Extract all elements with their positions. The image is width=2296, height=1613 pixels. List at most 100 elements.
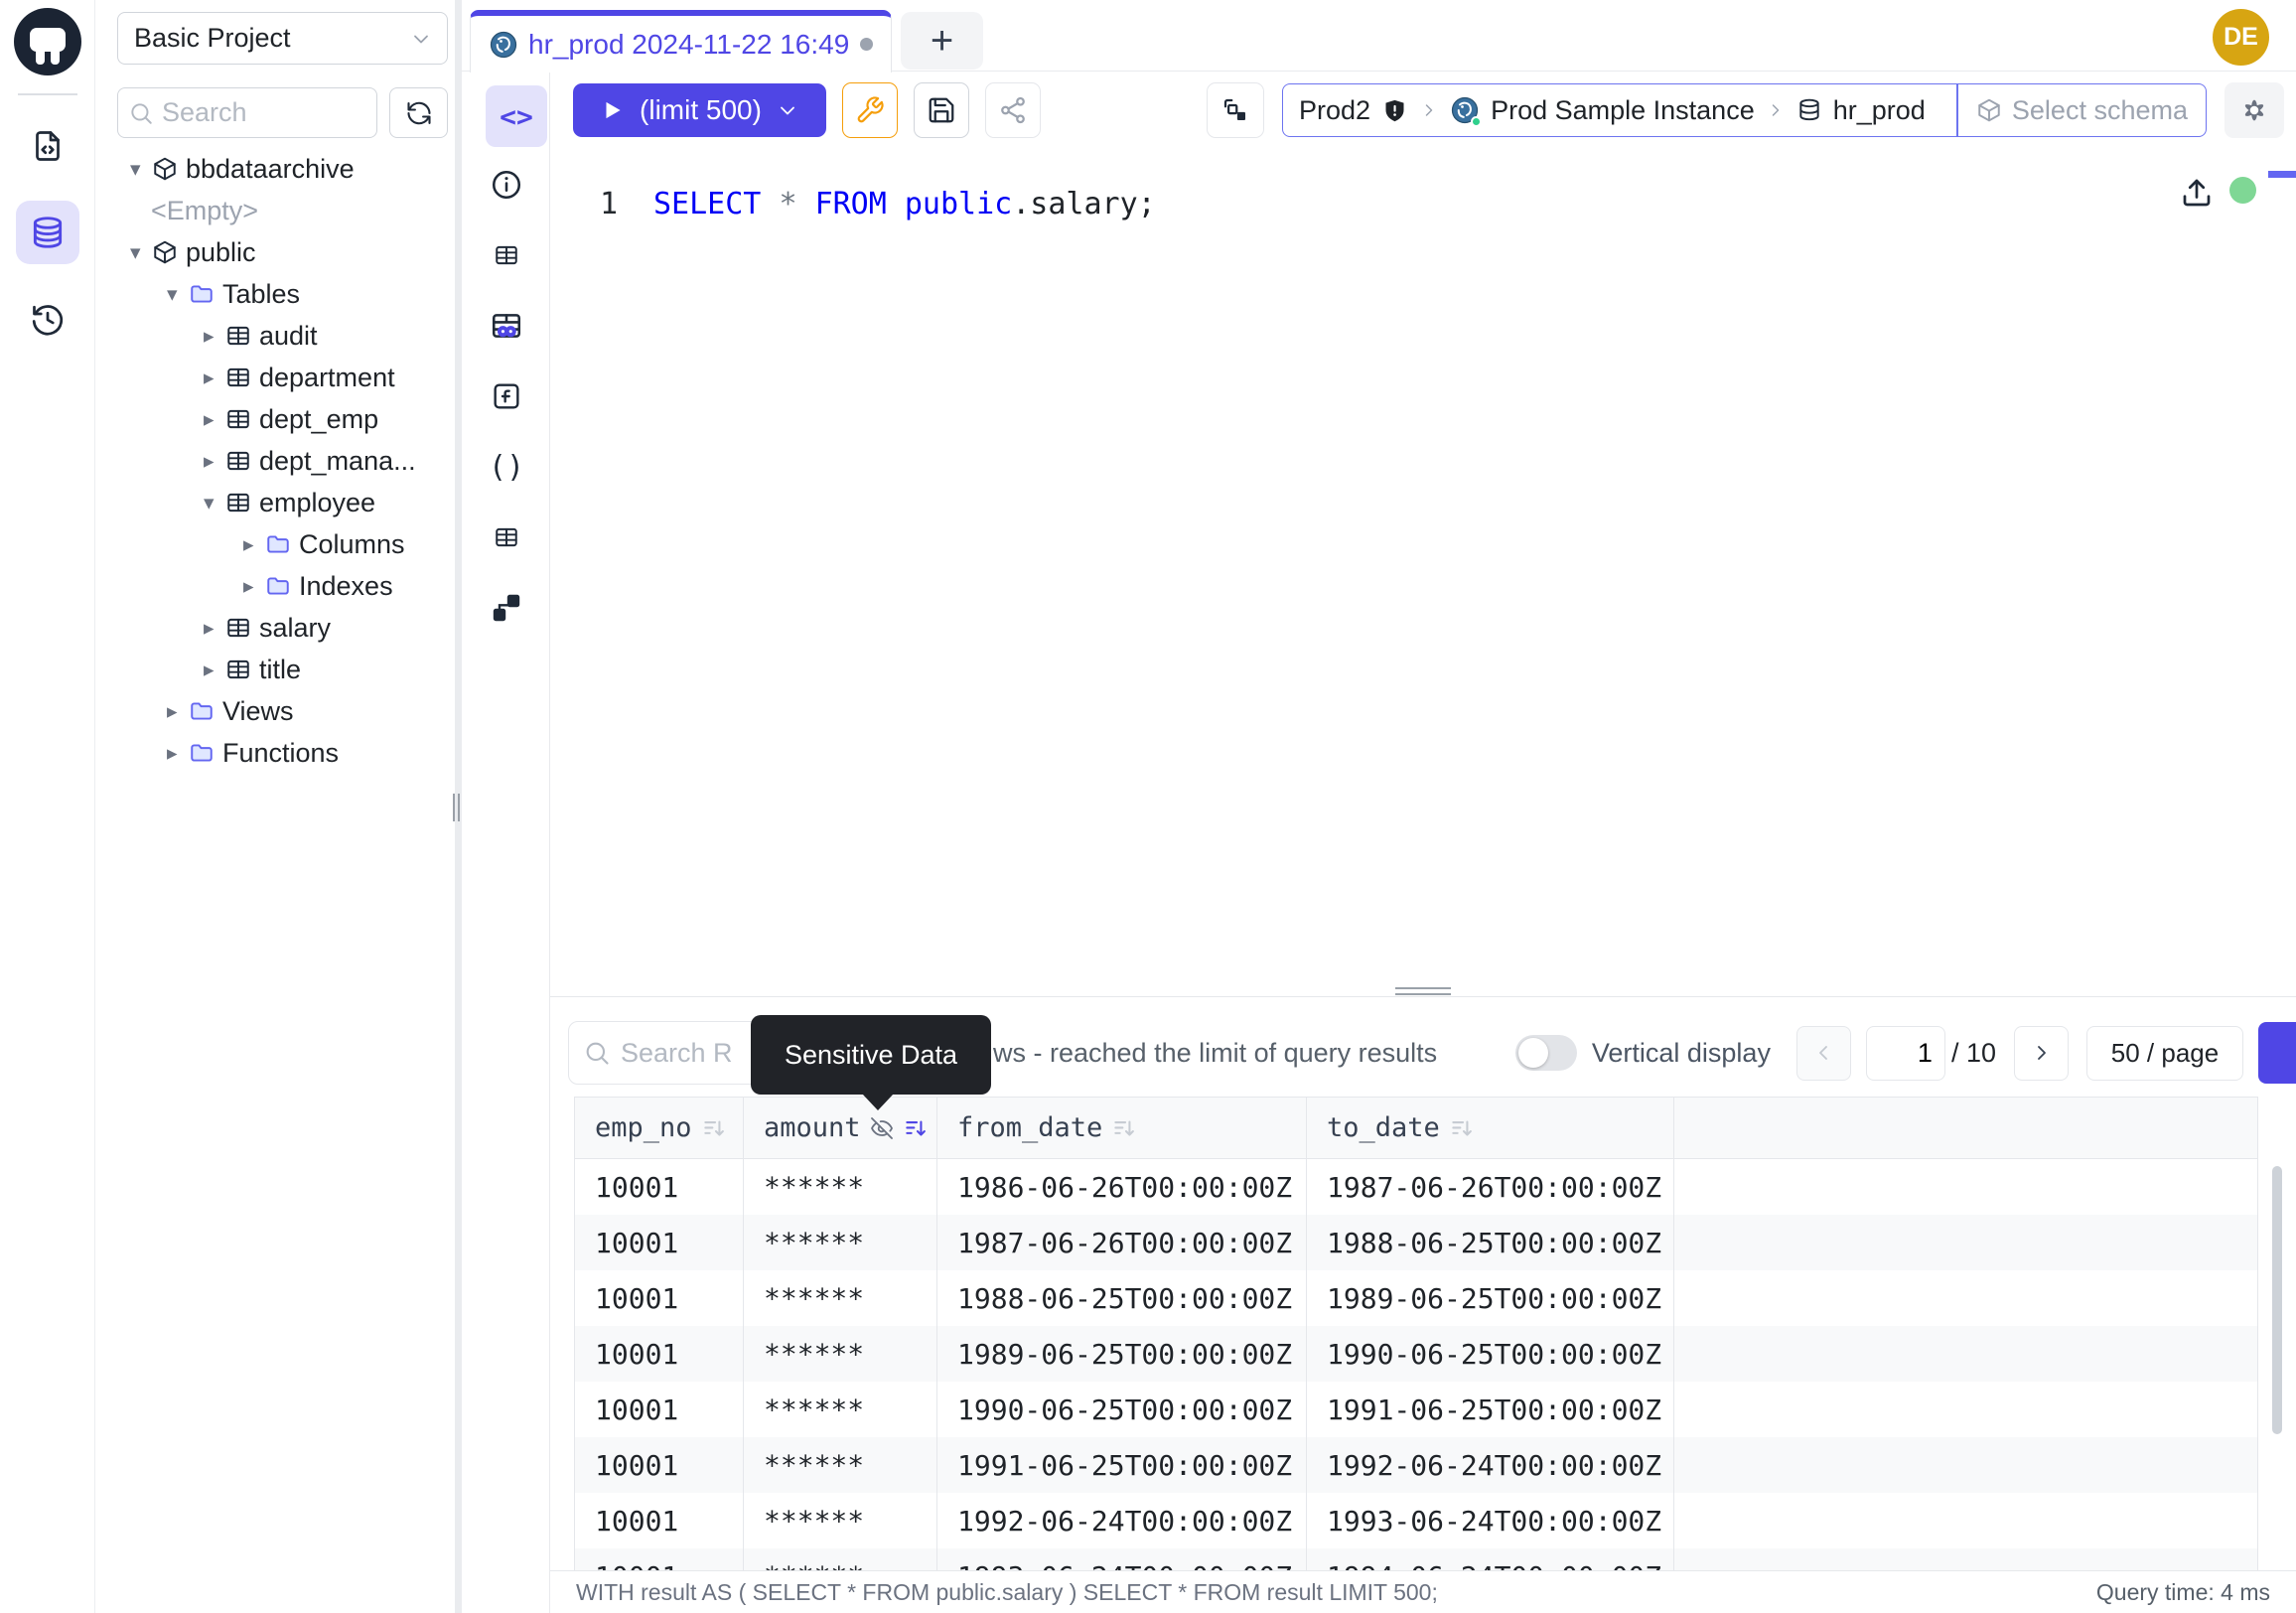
share-button[interactable] [985,82,1041,138]
table-row[interactable]: 10001******1990-06-25T00:00:00Z1991-06-2… [575,1382,2257,1437]
table-cell[interactable]: 10001 [575,1493,744,1548]
caret-down-icon[interactable]: ▾ [204,491,225,515]
sort-icon[interactable] [903,1115,929,1141]
table-cell[interactable] [1674,1493,2257,1548]
table-cell[interactable]: ****** [744,1493,937,1548]
schema-select[interactable]: Select schema [1958,95,2206,126]
parentheses-icon[interactable]: () [489,449,524,485]
table-cell[interactable]: 1987-06-26T00:00:00Z [1307,1159,1674,1215]
table-cell[interactable]: 10001 [575,1159,744,1215]
table-cell[interactable] [1674,1548,2257,1571]
table-cell[interactable]: 1990-06-25T00:00:00Z [937,1382,1307,1437]
table-cell[interactable]: ****** [744,1159,937,1215]
table-cell[interactable]: 10001 [575,1548,744,1571]
table-cell[interactable]: ****** [744,1215,937,1270]
tree-item-functions[interactable]: ▸Functions [95,732,455,774]
table-cell[interactable] [1674,1159,2257,1215]
tree-item-title[interactable]: ▸title [95,649,455,690]
table-cell[interactable] [1674,1270,2257,1326]
table-row[interactable]: 10001******1986-06-26T00:00:00Z1987-06-2… [575,1159,2257,1215]
sidebar-search-input[interactable] [162,97,360,128]
table-cell[interactable]: 1991-06-25T00:00:00Z [1307,1382,1674,1437]
caret-right-icon[interactable]: ▸ [167,741,189,766]
sort-icon[interactable] [1111,1115,1137,1141]
tree-item--empty-[interactable]: <Empty> [95,190,455,231]
table-cell[interactable]: 1987-06-26T00:00:00Z [937,1215,1307,1270]
batch-query-button[interactable] [1207,82,1264,138]
table-cell[interactable] [1674,1326,2257,1382]
table-row[interactable]: 10001******1992-06-24T00:00:00Z1993-06-2… [575,1493,2257,1548]
table-cell[interactable]: 1988-06-25T00:00:00Z [1307,1215,1674,1270]
table-cell[interactable]: 1993-06-24T00:00:00Z [1307,1493,1674,1548]
caret-right-icon[interactable]: ▸ [204,616,225,641]
table-cell[interactable]: 10001 [575,1270,744,1326]
table-row[interactable]: 10001******1991-06-25T00:00:00Z1992-06-2… [575,1437,2257,1493]
next-page-button[interactable] [2014,1026,2069,1081]
table-cell[interactable] [1674,1382,2257,1437]
connection-breadcrumb[interactable]: Prod2 Prod Sample Instance hr_prod Selec [1282,83,2207,137]
table-cell[interactable]: 10001 [575,1326,744,1382]
vertical-display-toggle[interactable] [1515,1035,1577,1071]
sort-icon[interactable] [1449,1115,1475,1141]
table-icon[interactable] [489,237,524,273]
table-cell[interactable]: 10001 [575,1382,744,1437]
code-view-button[interactable]: <> [486,85,547,147]
table-cell[interactable]: 1986-06-26T00:00:00Z [937,1159,1307,1215]
table-cell[interactable]: 10001 [575,1215,744,1270]
tree-item-employee[interactable]: ▾employee [95,482,455,523]
save-button[interactable] [914,82,969,138]
database-icon[interactable] [16,201,79,264]
export-button[interactable] [2258,1022,2296,1084]
sql-editor[interactable]: 1 SELECT * FROM public.salary; [550,149,2296,996]
table-cell[interactable]: 1993-06-24T00:00:00Z [937,1548,1307,1571]
tree-item-dept-mana-[interactable]: ▸dept_mana... [95,440,455,482]
table-icon[interactable] [489,519,524,555]
new-tab-button[interactable]: + [901,12,983,70]
format-sql-button[interactable] [842,82,898,138]
refresh-button[interactable] [389,87,448,138]
tree-item-bbdataarchive[interactable]: ▾bbdataarchive [95,148,455,190]
table-cell[interactable] [1674,1437,2257,1493]
run-query-button[interactable]: (limit 500) [573,83,826,137]
upload-button[interactable] [2179,175,2215,211]
column-header-amount[interactable]: amount [744,1098,937,1158]
table-cell[interactable]: ****** [744,1437,937,1493]
caret-down-icon[interactable]: ▾ [167,282,189,307]
table-cell[interactable]: 1990-06-25T00:00:00Z [1307,1326,1674,1382]
tab-worksheet[interactable]: hr_prod 2024-11-22 16:49 [470,10,892,73]
caret-right-icon[interactable]: ▸ [204,366,225,390]
table-cell[interactable] [1674,1215,2257,1270]
panel-resize-handle[interactable] [1395,987,1451,999]
table-cell[interactable]: 1992-06-24T00:00:00Z [937,1493,1307,1548]
tree-item-views[interactable]: ▸Views [95,690,455,732]
table-row[interactable]: 10001******1988-06-25T00:00:00Z1989-06-2… [575,1270,2257,1326]
ai-assistant-button[interactable] [2224,82,2284,138]
page-number-input[interactable] [1866,1026,1945,1081]
tree-item-public[interactable]: ▾public [95,231,455,273]
history-icon[interactable] [16,288,79,352]
caret-down-icon[interactable]: ▾ [130,157,152,182]
tree-item-columns[interactable]: ▸Columns [95,523,455,565]
table-cell[interactable]: 1994-06-24T00:00:00Z [1307,1548,1674,1571]
worksheet-icon[interactable] [16,114,79,178]
table-cell[interactable]: ****** [744,1382,937,1437]
prev-page-button[interactable] [1796,1026,1851,1081]
caret-right-icon[interactable]: ▸ [204,324,225,349]
table-cell[interactable]: ****** [744,1270,937,1326]
sidebar-search[interactable] [117,87,377,138]
info-icon[interactable] [489,167,524,203]
table-cell[interactable]: ****** [744,1326,937,1382]
column-header-to_date[interactable]: to_date [1307,1098,1674,1158]
table-row[interactable]: 10001******1987-06-26T00:00:00Z1988-06-2… [575,1215,2257,1270]
caret-right-icon[interactable]: ▸ [204,407,225,432]
caret-right-icon[interactable]: ▸ [167,699,189,724]
column-header-emp_no[interactable]: emp_no [575,1098,744,1158]
tree-item-indexes[interactable]: ▸Indexes [95,565,455,607]
column-header-from_date[interactable]: from_date [937,1098,1307,1158]
table-cell[interactable]: ****** [744,1548,937,1571]
table-cell[interactable]: 1992-06-24T00:00:00Z [1307,1437,1674,1493]
table-cell[interactable]: 10001 [575,1437,744,1493]
sort-icon[interactable] [701,1115,727,1141]
table-row[interactable]: 10001******1993-06-24T00:00:00Z1994-06-2… [575,1548,2257,1571]
table-row[interactable]: 10001******1989-06-25T00:00:00Z1990-06-2… [575,1326,2257,1382]
